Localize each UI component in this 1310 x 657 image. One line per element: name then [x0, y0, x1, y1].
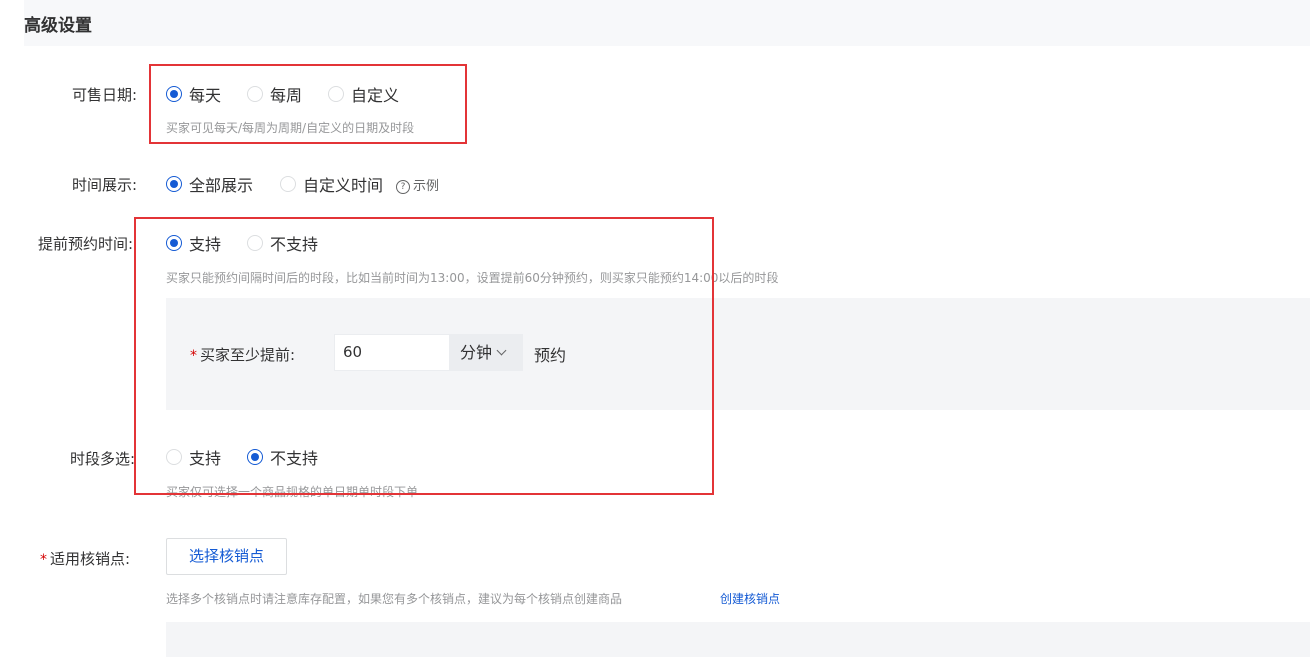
- redemption-label: * 适用核销点:: [40, 550, 131, 568]
- question-circle-icon: ?: [396, 180, 410, 194]
- multi-slot-label: 时段多选:: [70, 450, 136, 468]
- required-mark: *: [40, 552, 47, 568]
- time-display-radio-all[interactable]: 全部展示: [166, 172, 253, 196]
- time-display-label: 时间展示:: [72, 176, 138, 194]
- sale-date-label: 可售日期:: [72, 86, 138, 104]
- example-link[interactable]: ? 示例: [396, 175, 439, 195]
- time-display-radio-custom[interactable]: 自定义时间: [280, 172, 383, 196]
- highlight-box-booking: [134, 217, 714, 495]
- radio-unchecked-icon: [280, 176, 296, 192]
- radio-label: 自定义时间: [303, 176, 384, 195]
- radio-label: 全部展示: [189, 176, 254, 195]
- radio-checked-icon: [166, 176, 182, 192]
- highlight-box-sale-date: [149, 64, 467, 144]
- select-redemption-button[interactable]: 选择核销点: [166, 538, 287, 575]
- example-label: 示例: [413, 179, 440, 194]
- redemption-hint: 选择多个核销点时请注意库存配置，如果您有多个核销点，建议为每个核销点创建商品: [166, 592, 623, 606]
- section-header: [24, 0, 1310, 46]
- section-title: 高级设置: [24, 16, 92, 36]
- create-redemption-link[interactable]: 创建核销点: [720, 590, 780, 607]
- redemption-panel: [166, 622, 1310, 657]
- advance-booking-label: 提前预约时间:: [38, 235, 134, 253]
